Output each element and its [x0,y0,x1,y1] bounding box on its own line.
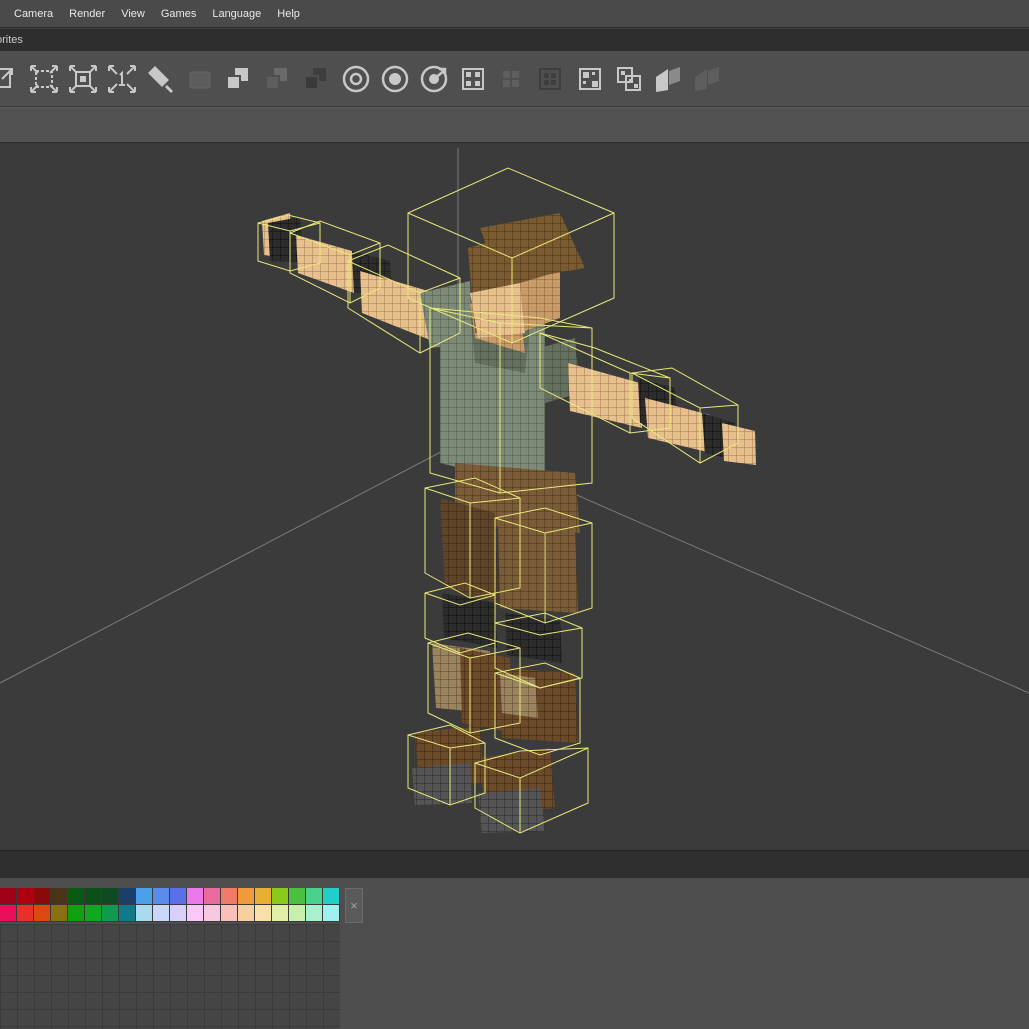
color-swatch[interactable] [153,905,170,922]
layers-icon[interactable] [222,63,254,95]
expand-icon[interactable] [28,63,60,95]
color-swatch[interactable] [153,888,170,905]
toolbar [0,51,1029,107]
grid-dark-icon[interactable] [534,63,566,95]
menu-bar: Camera Render View Games Language Help [0,0,1029,28]
color-swatch[interactable] [170,888,187,905]
color-swatch[interactable] [17,888,34,905]
menu-language[interactable]: Language [204,0,269,28]
layers-dark-icon[interactable] [300,63,332,95]
color-swatch[interactable] [255,905,272,922]
color-swatch[interactable] [204,888,221,905]
brush-icon[interactable] [145,63,177,95]
color-swatch[interactable] [102,905,119,922]
scale-one-icon[interactable] [106,63,138,95]
box-icon[interactable] [184,63,216,95]
color-swatch[interactable] [51,905,68,922]
plane-dim-icon[interactable] [691,63,723,95]
color-swatch[interactable] [136,905,153,922]
custom-palette-grid[interactable] [0,924,340,1029]
menu-render[interactable]: Render [61,0,113,28]
options-bar [0,107,1029,143]
grid-select-icon[interactable] [457,63,489,95]
color-swatch[interactable] [0,905,17,922]
color-swatch[interactable] [102,888,119,905]
color-swatch[interactable] [306,905,323,922]
color-swatch[interactable] [323,888,340,905]
color-swatch[interactable] [34,905,51,922]
color-swatch[interactable] [187,888,204,905]
color-swatch[interactable] [17,905,34,922]
color-swatch[interactable] [255,888,272,905]
color-swatch[interactable] [34,888,51,905]
right-arm [540,338,756,465]
menu-help[interactable]: Help [269,0,308,28]
swatch-row-2 [0,905,340,922]
color-swatch[interactable] [51,888,68,905]
scene-canvas[interactable] [0,143,1029,850]
menu-camera[interactable]: Camera [0,0,61,28]
color-swatch[interactable] [170,905,187,922]
3d-viewport[interactable] [0,143,1029,850]
scale-icon[interactable] [67,63,99,95]
target-icon[interactable] [379,63,411,95]
grid-dim-icon[interactable] [495,63,527,95]
color-swatch[interactable] [306,888,323,905]
color-swatches [0,888,340,922]
head [468,213,585,338]
color-swatch[interactable] [187,905,204,922]
color-swatch[interactable] [68,888,85,905]
grid-corner-icon[interactable] [574,63,606,95]
clear-swatch-button[interactable]: × [345,888,363,923]
panel-divider[interactable] [0,850,1029,878]
grid-stack-icon[interactable] [613,63,645,95]
color-swatch[interactable] [221,888,238,905]
color-swatch[interactable] [136,888,153,905]
swatch-row-1 [0,888,340,905]
layers-dim-icon[interactable] [261,63,293,95]
color-swatch[interactable] [68,905,85,922]
color-swatch[interactable] [289,888,306,905]
color-swatch[interactable] [238,888,255,905]
fit-icon[interactable] [0,63,18,95]
ring-icon[interactable] [340,63,372,95]
color-swatch[interactable] [119,905,136,922]
color-swatch[interactable] [85,905,102,922]
color-swatch[interactable] [204,905,221,922]
palette-panel: × [0,878,1029,1029]
menu-view[interactable]: View [113,0,153,28]
color-swatch[interactable] [289,905,306,922]
tab-bar: orites [0,29,1029,51]
color-swatch[interactable] [85,888,102,905]
menu-games[interactable]: Games [153,0,204,28]
rotate-icon[interactable] [418,63,450,95]
color-swatch[interactable] [0,888,17,905]
color-swatch[interactable] [272,905,289,922]
color-swatch[interactable] [221,905,238,922]
plane-icon[interactable] [652,63,684,95]
tab-favorites[interactable]: orites [0,34,23,46]
color-swatch[interactable] [119,888,136,905]
color-swatch[interactable] [238,905,255,922]
color-swatch[interactable] [272,888,289,905]
feet [412,725,555,833]
color-swatch[interactable] [323,905,340,922]
